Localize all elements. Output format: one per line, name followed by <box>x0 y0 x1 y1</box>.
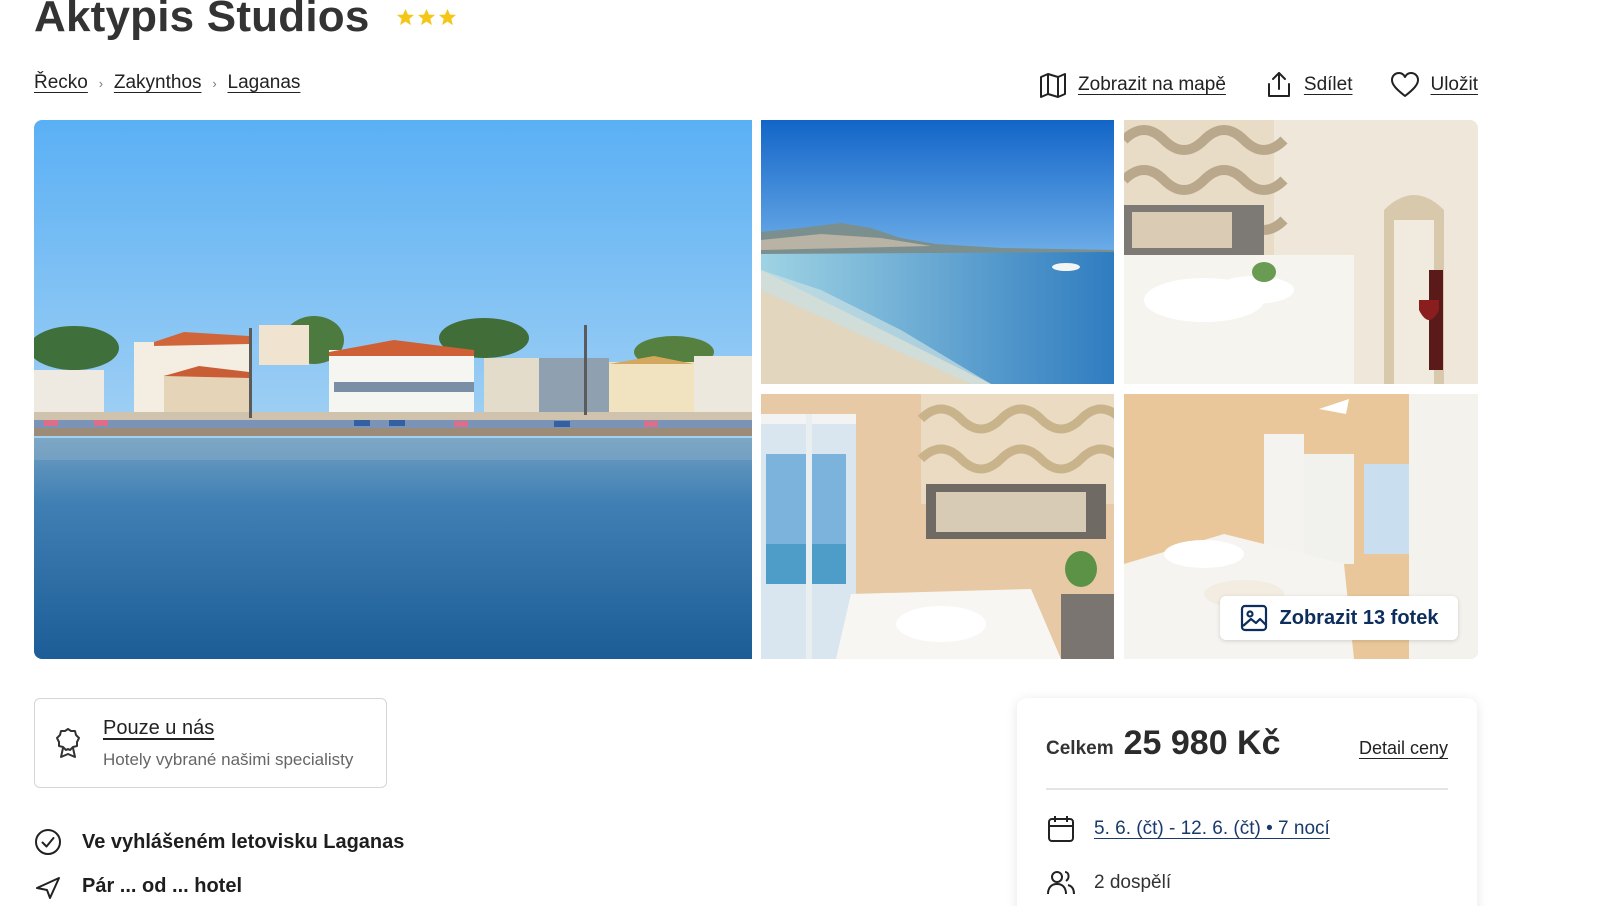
check-circle-icon <box>35 829 61 855</box>
share-button[interactable]: Sdílet <box>1264 70 1353 100</box>
star-icon <box>438 8 456 25</box>
show-all-photos-button[interactable]: Zobrazit 13 fotek <box>1220 596 1458 640</box>
header-actions: Zobrazit na mapě Sdílet Uložit <box>1038 70 1478 100</box>
show-all-photos-label: Zobrazit 13 fotek <box>1279 606 1439 629</box>
image-icon <box>1240 604 1267 632</box>
save-label: Uložit <box>1430 74 1478 95</box>
map-icon <box>1040 73 1067 98</box>
feature-item: Ve vyhlášeném letovisku Laganas <box>34 826 404 858</box>
show-on-map-label: Zobrazit na mapě <box>1078 74 1226 95</box>
show-on-map-button[interactable]: Zobrazit na mapě <box>1038 70 1226 100</box>
price-card: Celkem 25 980 Kč Detail ceny 5. 6. (čt) … <box>1017 698 1477 906</box>
gallery-photo-beach[interactable] <box>761 120 1114 384</box>
feature-label: Ve vyhlášeném letovisku Laganas <box>82 830 405 853</box>
price-detail-link[interactable]: Detail ceny <box>1359 738 1448 759</box>
share-icon <box>1267 72 1290 97</box>
price-total-label: Celkem <box>1046 738 1114 759</box>
divider <box>1046 788 1448 790</box>
exclusive-badge-card: Pouze u nás Hotely vybrané našimi specia… <box>34 698 387 788</box>
feature-list: Ve vyhlášeném letovisku Laganas Pár ... … <box>34 826 404 906</box>
breadcrumb-link-island[interactable]: Zakynthos <box>114 72 202 94</box>
title-row: Aktypis Studios <box>34 0 457 42</box>
chevron-right-icon: › <box>98 75 104 91</box>
star-icon <box>417 8 435 25</box>
price-row: Celkem 25 980 Kč Detail ceny <box>1046 724 1448 764</box>
gallery-photo-main[interactable] <box>34 120 752 659</box>
price-total-value: 25 980 Kč <box>1123 724 1281 762</box>
calendar-icon <box>1048 816 1074 842</box>
gallery-photo-room-1[interactable] <box>1124 120 1478 384</box>
award-icon <box>56 728 80 758</box>
photo-gallery: Zobrazit 13 fotek <box>34 120 1478 659</box>
star-icon <box>396 8 414 25</box>
exclusive-subtitle: Hotely vybrané našimi specialisty <box>103 749 354 769</box>
exclusive-text: Pouze u nás Hotely vybrané našimi specia… <box>103 717 353 770</box>
star-rating <box>396 8 457 27</box>
exclusive-title-link[interactable]: Pouze u nás <box>103 717 353 740</box>
dates-row: 5. 6. (čt) - 12. 6. (čt) • 7 nocí <box>1046 814 1448 844</box>
travel-dates-link[interactable]: 5. 6. (čt) - 12. 6. (čt) • 7 nocí <box>1094 818 1330 840</box>
heart-icon <box>1391 72 1420 97</box>
plane-icon <box>36 877 60 899</box>
travelers-count[interactable]: 2 dospělí <box>1094 872 1171 894</box>
chevron-right-icon: › <box>212 75 217 91</box>
breadcrumb-link-country[interactable]: Řecko <box>34 72 88 94</box>
hotel-title: Aktypis Studios <box>34 0 370 41</box>
feature-item: Pár ... od ... hotel <box>34 870 404 902</box>
feature-label: Pár ... od ... hotel <box>82 874 243 897</box>
save-button[interactable]: Uložit <box>1390 70 1478 100</box>
share-label: Sdílet <box>1303 74 1353 95</box>
breadcrumb: Řecko › Zakynthos › Laganas <box>34 72 300 94</box>
users-icon <box>1047 871 1075 895</box>
breadcrumb-link-resort[interactable]: Laganas <box>228 72 301 94</box>
travelers-row: 2 dospělí <box>1046 868 1448 898</box>
gallery-photo-room-2[interactable] <box>761 394 1114 659</box>
